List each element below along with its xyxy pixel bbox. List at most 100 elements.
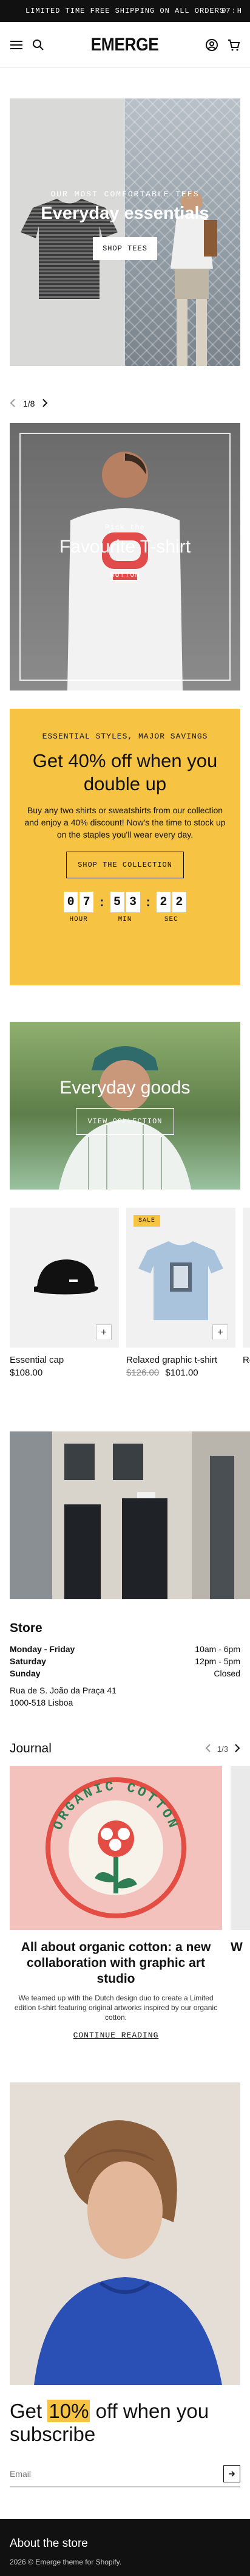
hours-row: Monday - Friday 10am - 6pm bbox=[10, 1643, 240, 1655]
countdown-timer: 0 7 HOUR : 5 3 MIN : 2 2 SEC bbox=[23, 892, 227, 923]
product-name[interactable]: Essential cap bbox=[10, 1355, 119, 1365]
feature-title: Favourite T-shirt bbox=[59, 537, 191, 557]
shop-collection-button[interactable]: SHOP THE COLLECTION bbox=[66, 852, 184, 878]
announcement-timer-hours: 07 bbox=[221, 7, 231, 15]
countdown-separator: : bbox=[100, 894, 104, 909]
announcement-timer-unit: H bbox=[237, 7, 242, 15]
store-title: Store bbox=[10, 1621, 42, 1635]
countdown-hour-digit: 7 bbox=[79, 892, 94, 912]
announcement-timer-sep: : bbox=[231, 7, 236, 15]
journal-post-card[interactable]: W bbox=[231, 1766, 250, 2040]
footer-copyright: 2026 © Emerge theme for Shopify. bbox=[10, 2558, 122, 2566]
promo-body: Buy any two shirts or sweatshirts from o… bbox=[24, 805, 226, 839]
shop-tees-button[interactable]: SHOP TEES bbox=[93, 237, 157, 260]
footer-title: About the store bbox=[10, 2537, 88, 2550]
journal-post-title[interactable]: All about organic cotton: a new collabor… bbox=[10, 1940, 222, 1987]
countdown-minute-digit: 3 bbox=[126, 892, 140, 912]
hours-time: 12pm - 5pm bbox=[195, 1656, 240, 1666]
product-image[interactable]: SALE + bbox=[126, 1208, 235, 1348]
countdown-separator: : bbox=[146, 894, 150, 909]
product-price: $108.00 bbox=[10, 1368, 119, 1378]
newsletter-title-highlight: 10% bbox=[47, 2400, 90, 2422]
hours-row: Sunday Closed bbox=[10, 1667, 240, 1679]
newsletter-form bbox=[10, 2461, 240, 2487]
continue-reading-link[interactable]: CONTINUE READING bbox=[10, 2031, 222, 2040]
search-icon[interactable] bbox=[32, 38, 45, 52]
journal-post-title[interactable]: W bbox=[231, 1940, 250, 1955]
promo-section: ESSENTIAL STYLES, MAJOR SAVINGS Get 40% … bbox=[10, 709, 240, 985]
product-name[interactable]: Relaxed graphic t-shirt bbox=[126, 1355, 235, 1365]
address-line: 1000-518 Lisboa bbox=[10, 1698, 73, 1707]
hero-title: Everyday essentials bbox=[41, 204, 209, 223]
product-carousel: + Essential cap $108.00 SALE + Relaxed g… bbox=[10, 1208, 250, 1378]
goods-title: Everyday goods bbox=[59, 1078, 191, 1098]
journal-carousel: ORGANIC COTTON All about organic cotton:… bbox=[10, 1766, 250, 2040]
hours-day: Saturday bbox=[10, 1656, 46, 1666]
product-name[interactable]: Re bbox=[243, 1355, 250, 1365]
journal-post-excerpt: We teamed up with the Dutch design duo t… bbox=[14, 1994, 218, 2022]
journal-post-card[interactable]: ORGANIC COTTON All about organic cotton:… bbox=[10, 1766, 222, 2040]
countdown-second-label: SEC bbox=[164, 916, 178, 923]
journal-header: Journal 1/3 bbox=[10, 1741, 240, 1756]
countdown-minute-digit: 5 bbox=[110, 892, 124, 912]
announcement-text: LIMITED TIME FREE SHIPPING ON ALL ORDERS bbox=[25, 7, 225, 15]
countdown-hour-digit: 0 bbox=[64, 892, 78, 912]
subscribe-button[interactable] bbox=[223, 2465, 240, 2482]
store-hours: Monday - Friday 10am - 6pm Saturday 12pm… bbox=[10, 1643, 240, 1679]
feature-button[interactable]: BUTTON bbox=[110, 571, 140, 581]
store-image bbox=[10, 1431, 250, 1599]
slider-counter: 1/8 bbox=[23, 399, 35, 408]
product-image[interactable] bbox=[243, 1208, 250, 1348]
site-footer: About the store 2026 © Emerge theme for … bbox=[0, 2519, 250, 2576]
site-logo[interactable]: EMERGE bbox=[91, 35, 159, 55]
email-input[interactable] bbox=[10, 2468, 223, 2479]
hero-eyebrow: OUR MOST COMFORTABLE TEES bbox=[50, 190, 200, 199]
newsletter-title-pre: Get bbox=[10, 2400, 48, 2422]
journal-post-image[interactable] bbox=[231, 1766, 250, 1930]
hours-day: Sunday bbox=[10, 1669, 41, 1678]
countdown-minute-label: MIN bbox=[118, 916, 132, 923]
product-old-price: $126.00 bbox=[126, 1368, 160, 1378]
countdown-second-digit: 2 bbox=[172, 892, 186, 912]
menu-icon[interactable] bbox=[10, 38, 23, 52]
promo-title: Get 40% off when you double up bbox=[32, 750, 218, 794]
product-price: $126.00 $101.00 bbox=[126, 1368, 235, 1378]
promo-eyebrow: ESSENTIAL STYLES, MAJOR SAVINGS bbox=[42, 732, 208, 741]
hours-time: Closed bbox=[214, 1669, 240, 1678]
sale-badge: SALE bbox=[133, 1215, 161, 1227]
announcement-timer: 07 : H bbox=[221, 7, 242, 15]
product-card[interactable]: SALE + Relaxed graphic t-shirt $126.00 $… bbox=[126, 1208, 235, 1378]
product-card[interactable]: + Essential cap $108.00 bbox=[10, 1208, 119, 1378]
hours-day: Monday - Friday bbox=[10, 1644, 75, 1654]
chevron-right-icon[interactable] bbox=[234, 1743, 240, 1754]
product-current-price: $101.00 bbox=[165, 1368, 198, 1378]
slider-controls: 1/8 bbox=[10, 396, 250, 411]
newsletter-image bbox=[10, 2082, 240, 2385]
journal-nav: 1/3 bbox=[205, 1743, 240, 1754]
arrow-right-icon bbox=[229, 2470, 235, 2477]
journal-counter: 1/3 bbox=[217, 1744, 228, 1754]
hours-time: 10am - 6pm bbox=[195, 1644, 240, 1654]
chevron-left-icon[interactable] bbox=[205, 1743, 211, 1754]
cart-icon[interactable] bbox=[227, 38, 240, 52]
hero-banner: OUR MOST COMFORTABLE TEES Everyday essen… bbox=[10, 98, 240, 366]
journal-post-image[interactable]: ORGANIC COTTON bbox=[10, 1766, 222, 1930]
product-image[interactable]: + bbox=[10, 1208, 119, 1348]
hours-row: Saturday 12pm - 5pm bbox=[10, 1655, 240, 1667]
account-icon[interactable] bbox=[205, 38, 218, 52]
store-address: Rua de S. João da Praça 41 1000-518 Lisb… bbox=[10, 1684, 240, 1709]
view-collection-button[interactable]: VIEW COLLECTION bbox=[76, 1108, 174, 1135]
product-card[interactable]: Re bbox=[243, 1208, 250, 1378]
address-line: Rua de S. João da Praça 41 bbox=[10, 1686, 117, 1695]
add-to-cart-button[interactable]: + bbox=[96, 1324, 112, 1340]
chevron-right-icon[interactable] bbox=[42, 398, 48, 409]
add-to-cart-button[interactable]: + bbox=[212, 1324, 228, 1340]
feature-eyebrow: Pick the bbox=[105, 523, 145, 532]
everyday-goods-banner: Everyday goods VIEW COLLECTION bbox=[10, 1022, 240, 1190]
favourite-tshirt-banner: Pick the Favourite T-shirt BUTTON bbox=[10, 423, 240, 690]
announcement-bar: LIMITED TIME FREE SHIPPING ON ALL ORDERS… bbox=[0, 0, 250, 22]
journal-title: Journal bbox=[10, 1741, 52, 1755]
newsletter-title: Get 10% off when you subscribe bbox=[10, 2400, 240, 2446]
chevron-left-icon[interactable] bbox=[10, 398, 16, 409]
site-header: EMERGE bbox=[0, 22, 250, 68]
